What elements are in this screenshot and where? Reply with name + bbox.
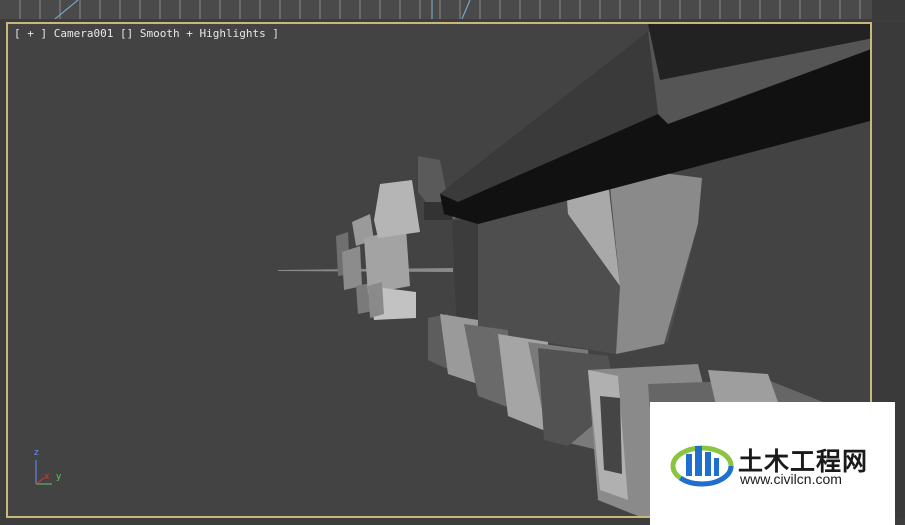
viewport-label-sep1: ]: [33, 27, 54, 40]
viewport-label-sep2: []: [113, 27, 140, 40]
ruler-ticks: [0, 0, 905, 19]
viewport-general-menu[interactable]: +: [27, 27, 34, 40]
viewport-camera-menu[interactable]: Camera001: [54, 27, 114, 40]
watermark-panel: 土木工程网 www.civilcn.com: [650, 402, 895, 525]
far-letter-blocks: [336, 180, 420, 320]
civilcn-logo-icon: [670, 445, 734, 487]
viewport-label-open: [: [14, 27, 28, 40]
axis-tripod-icon: z x y: [30, 448, 70, 492]
axis-x-label: x: [44, 472, 50, 482]
viewport-label[interactable]: [ + ] Camera001 [] Smooth + Highlights ]: [14, 27, 279, 40]
top-viewport-strip[interactable]: [0, 0, 905, 19]
viewport-shading-menu[interactable]: Smooth + Highlights: [140, 27, 266, 40]
watermark-url: www.civilcn.com: [740, 471, 842, 487]
axis-z-label: z: [34, 448, 39, 458]
ground-plane-edge: [278, 268, 453, 272]
viewport-label-close: ]: [265, 27, 279, 40]
axis-y-label: y: [56, 472, 62, 482]
